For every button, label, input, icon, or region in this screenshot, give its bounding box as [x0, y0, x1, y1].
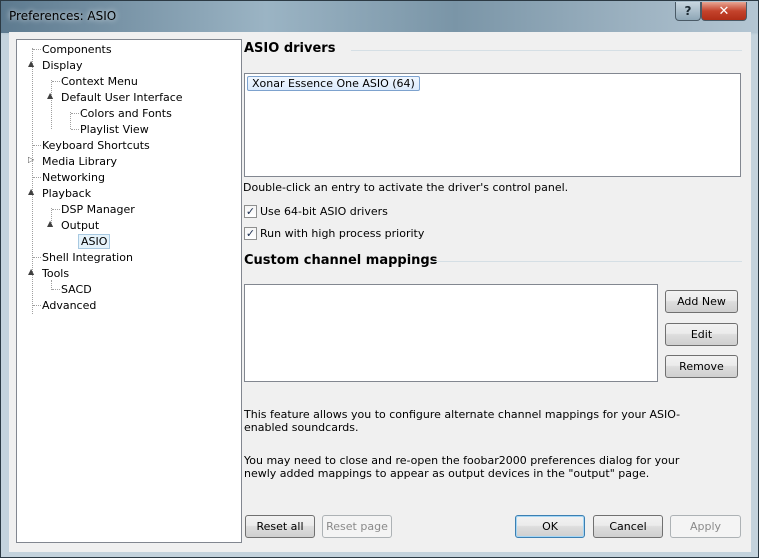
ok-button[interactable]: OK — [515, 515, 585, 538]
channel-mappings-heading: Custom channel mappings — [244, 253, 438, 268]
tree-connector — [52, 81, 60, 82]
channel-mapping-list[interactable] — [244, 284, 658, 382]
tree-item-advanced[interactable]: Advanced — [42, 298, 96, 313]
remove-button[interactable]: Remove — [665, 355, 738, 378]
tree-item-context-menu[interactable]: Context Menu — [61, 74, 138, 89]
tree-item-components[interactable]: Components — [42, 42, 112, 57]
high-priority-row[interactable]: ✓ Run with high process priority — [244, 226, 424, 240]
tree-connector — [71, 129, 79, 130]
tree-item-shell-integration[interactable]: Shell Integration — [42, 250, 133, 265]
preferences-window: Preferences: ASIO ? ✕ ▲ ▲ ▷ ▲ ▲ ▲ Compon… — [0, 0, 759, 558]
tree-item-tools[interactable]: Tools — [42, 266, 69, 281]
collapsed-icon[interactable]: ▷ — [28, 156, 36, 164]
close-button[interactable]: ✕ — [701, 2, 747, 21]
tree-item-asio[interactable]: ASIO — [78, 234, 111, 249]
tree-item-playback[interactable]: Playback — [42, 186, 91, 201]
window-title: Preferences: ASIO — [9, 9, 117, 23]
dialog-client: ▲ ▲ ▷ ▲ ▲ ▲ Components Display Context M… — [9, 32, 751, 552]
tree-connector — [52, 209, 60, 210]
tree-connector — [33, 257, 41, 258]
expanded-icon[interactable]: ▲ — [47, 220, 55, 228]
asio-driver-list[interactable]: Xonar Essence One ASIO (64) — [244, 73, 741, 177]
tree-connector — [33, 145, 41, 146]
high-priority-label[interactable]: Run with high process priority — [260, 227, 424, 240]
help-button[interactable]: ? — [675, 2, 701, 21]
use-64bit-checkbox[interactable]: ✓ — [244, 204, 257, 218]
tree-item-dsp-manager[interactable]: DSP Manager — [61, 202, 135, 217]
tree-item-media-library[interactable]: Media Library — [42, 154, 117, 169]
expanded-icon[interactable]: ▲ — [28, 60, 36, 68]
expanded-icon[interactable]: ▲ — [47, 92, 55, 100]
tree-connector — [33, 177, 41, 178]
cancel-button[interactable]: Cancel — [593, 515, 663, 538]
reset-all-button[interactable]: Reset all — [245, 515, 315, 538]
tree-connector — [33, 49, 41, 50]
add-new-button[interactable]: Add New — [665, 290, 738, 313]
expanded-icon[interactable]: ▲ — [28, 188, 36, 196]
reset-page-button[interactable]: Reset page — [322, 515, 392, 538]
tree-item-colors-and-fonts[interactable]: Colors and Fonts — [80, 106, 172, 121]
apply-button[interactable]: Apply — [670, 515, 741, 538]
tree-connector — [52, 289, 60, 290]
asio-drivers-heading: ASIO drivers — [244, 41, 336, 56]
driver-hint-text: Double-click an entry to activate the dr… — [243, 181, 569, 194]
tree-connector — [70, 112, 71, 129]
driver-list-item[interactable]: Xonar Essence One ASIO (64) — [247, 76, 420, 91]
tree-item-display[interactable]: Display — [42, 58, 83, 73]
expanded-icon[interactable]: ▲ — [28, 268, 36, 276]
tree-connector — [51, 80, 52, 129]
section-divider — [351, 50, 742, 51]
use-64bit-label[interactable]: Use 64-bit ASIO drivers — [260, 205, 388, 218]
high-priority-checkbox[interactable]: ✓ — [244, 226, 257, 240]
use-64bit-row[interactable]: ✓ Use 64-bit ASIO drivers — [244, 204, 388, 218]
tree-item-sacd[interactable]: SACD — [61, 282, 92, 297]
reopen-info-text: You may need to close and re-open the fo… — [244, 454, 680, 480]
tree-item-playlist-view[interactable]: Playlist View — [80, 122, 149, 137]
mappings-info-text: This feature allows you to configure alt… — [244, 408, 681, 434]
tree-item-output[interactable]: Output — [61, 218, 99, 233]
tree-item-default-user-interface[interactable]: Default User Interface — [61, 90, 183, 105]
edit-button[interactable]: Edit — [665, 323, 738, 346]
preferences-tree[interactable]: ▲ ▲ ▷ ▲ ▲ ▲ Components Display Context M… — [16, 39, 242, 543]
title-bar[interactable]: Preferences: ASIO ? ✕ — [1, 1, 758, 33]
tree-item-keyboard-shortcuts[interactable]: Keyboard Shortcuts — [42, 138, 150, 153]
section-divider — [433, 261, 742, 262]
tree-connector — [33, 305, 41, 306]
tree-item-networking[interactable]: Networking — [42, 170, 105, 185]
tree-connector — [71, 113, 79, 114]
